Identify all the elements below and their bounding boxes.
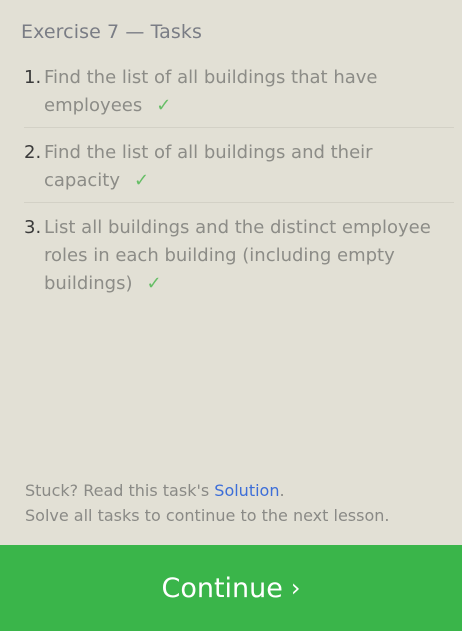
solution-link[interactable]: Solution <box>214 481 279 500</box>
task-number: 1. <box>24 67 42 88</box>
task-list: 1. Find the list of all buildings that h… <box>24 64 454 316</box>
footer-help: Stuck? Read this task's Solution. Solve … <box>25 478 389 528</box>
checkmark-icon: ✓ <box>156 95 172 116</box>
chevron-right-icon: › <box>290 574 301 602</box>
stuck-line: Stuck? Read this task's Solution. <box>25 478 389 503</box>
task-label: Find the list of all buildings and their… <box>44 142 373 191</box>
task-item: 3. List all buildings and the distinct e… <box>24 214 454 305</box>
task-item: 1. Find the list of all buildings that h… <box>24 64 454 128</box>
checkmark-icon: ✓ <box>146 273 162 294</box>
checkmark-icon: ✓ <box>134 170 150 191</box>
task-item: 2. Find the list of all buildings and th… <box>24 139 454 203</box>
task-label: List all buildings and the distinct empl… <box>44 217 431 294</box>
task-label: Find the list of all buildings that have… <box>44 67 378 116</box>
task-number: 3. <box>24 217 42 238</box>
continue-hint: Solve all tasks to continue to the next … <box>25 506 390 525</box>
stuck-prefix: Stuck? Read this task's <box>25 481 215 500</box>
continue-button[interactable]: Continue › <box>0 545 462 631</box>
stuck-suffix: . <box>279 481 285 500</box>
task-text: List all buildings and the distinct empl… <box>44 214 454 298</box>
exercise-title: Exercise 7 — Tasks <box>21 21 202 43</box>
task-text: Find the list of all buildings that have… <box>44 64 454 120</box>
task-number: 2. <box>24 142 42 163</box>
continue-label: Continue <box>161 572 283 604</box>
exercise-panel: Exercise 7 — Tasks 1. Find the list of a… <box>0 0 462 631</box>
task-text: Find the list of all buildings and their… <box>44 139 454 195</box>
